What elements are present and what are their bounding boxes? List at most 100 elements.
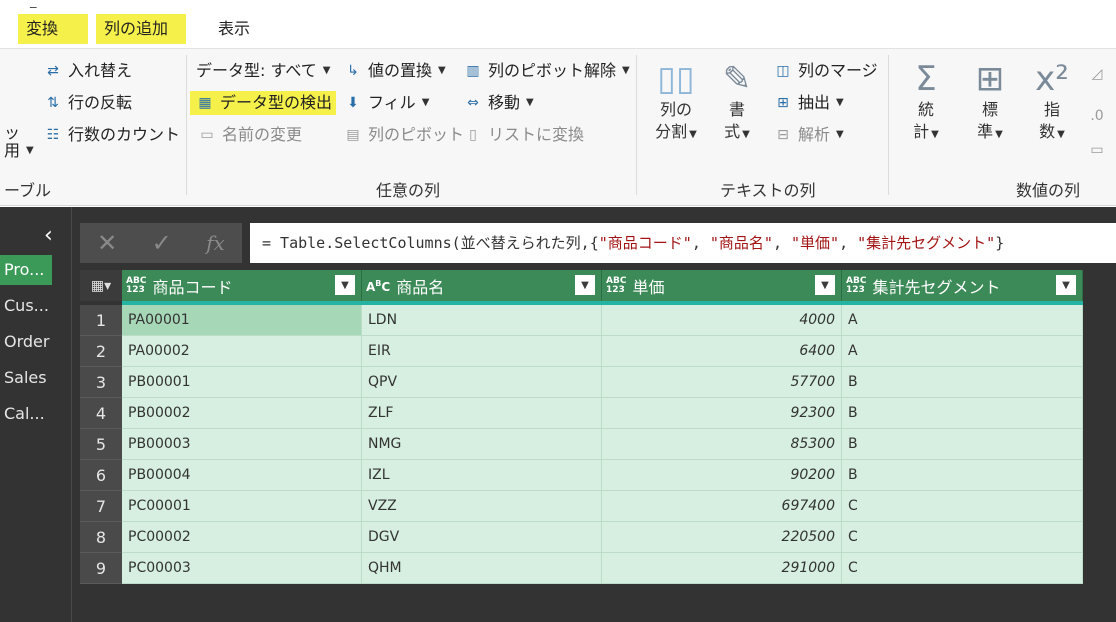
table-cell[interactable]: PC00002	[122, 522, 362, 553]
table-cell[interactable]: PC00003	[122, 553, 362, 584]
row-number[interactable]: 3	[80, 367, 122, 398]
group-divider	[186, 55, 187, 195]
row-number[interactable]: 2	[80, 336, 122, 367]
unpivot-label: 列のピボット解除	[488, 61, 617, 80]
format-button[interactable]: ✎ 書 式 ▼	[712, 59, 762, 146]
table-menu-icon[interactable]: ▦▾	[80, 270, 122, 301]
data-type-dropdown[interactable]: データ型: すべて ▼	[196, 59, 330, 83]
extract-button[interactable]: ⊞ 抽出 ▼	[772, 91, 844, 115]
table-cell[interactable]: C	[842, 553, 1083, 584]
table-cell[interactable]: C	[842, 491, 1083, 522]
count-rows-button[interactable]: ☷ 行数のカウント	[42, 123, 180, 147]
filter-dropdown-icon[interactable]: ▼	[815, 275, 835, 295]
table-cell[interactable]: 291000	[602, 553, 842, 584]
trigonometry-button-partial[interactable]: ◿	[1086, 63, 1114, 85]
row-number[interactable]: 1	[80, 305, 122, 336]
table-cell[interactable]: PA00001	[122, 305, 362, 336]
table-cell[interactable]: ZLF	[362, 398, 602, 429]
query-item-products[interactable]: Pro...	[0, 255, 52, 285]
split-column-button[interactable]: ▯▯ 列の 分割 ▼	[646, 59, 706, 146]
table-cell[interactable]: PB00002	[122, 398, 362, 429]
query-item-customers[interactable]: Cus...	[0, 291, 52, 321]
table-cell[interactable]: PB00001	[122, 367, 362, 398]
cancel-icon[interactable]: ✕	[97, 229, 117, 257]
table-cell[interactable]: A	[842, 305, 1083, 336]
table-cell[interactable]: DGV	[362, 522, 602, 553]
table-cell[interactable]: LDN	[362, 305, 602, 336]
table-cell[interactable]: QHM	[362, 553, 602, 584]
table-cell[interactable]: QPV	[362, 367, 602, 398]
replace-values-button[interactable]: ↳ 値の置換 ▼	[342, 59, 446, 83]
merge-columns-button[interactable]: ◫ 列のマージ	[772, 59, 877, 83]
table-cell[interactable]: VZZ	[362, 491, 602, 522]
table-cell[interactable]: 4000	[602, 305, 842, 336]
column-header-product-code[interactable]: ABC 123 商品コード ▼	[122, 270, 362, 301]
detect-data-type-button[interactable]: ▦ データ型の検出	[190, 91, 337, 115]
table-cell[interactable]: EIR	[362, 336, 602, 367]
row-number[interactable]: 4	[80, 398, 122, 429]
column-header-segment[interactable]: ABC 123 集計先セグメント ▼	[842, 270, 1083, 301]
tab-view[interactable]: 表示	[210, 14, 270, 44]
rename-icon: ▭	[200, 127, 214, 143]
information-button-partial[interactable]: ▭	[1086, 139, 1114, 161]
column-header-unit-price[interactable]: ABC 123 単価 ▼	[602, 270, 842, 301]
transpose-label: 入れ替え	[68, 61, 133, 80]
scientific-button[interactable]: x² 指 数 ▼	[1024, 59, 1080, 146]
tab-add-column[interactable]: 列の追加	[96, 14, 186, 44]
extract-icon: ⊞	[777, 95, 789, 111]
row-number[interactable]: 5	[80, 429, 122, 460]
table-cell[interactable]: IZL	[362, 460, 602, 491]
rounding-button-partial[interactable]: .0	[1086, 105, 1114, 127]
table-cell[interactable]: B	[842, 460, 1083, 491]
rename-button[interactable]: ▭ 名前の変更	[196, 123, 302, 147]
table-cell[interactable]: 92300	[602, 398, 842, 429]
table-cell[interactable]: PC00001	[122, 491, 362, 522]
partial-button-label-bottom[interactable]: 用 ▼	[4, 139, 34, 163]
type-any-icon: ABC 123	[606, 276, 626, 295]
parse-button[interactable]: ⊟ 解析 ▼	[772, 123, 844, 147]
commit-check-icon[interactable]: ✓	[152, 229, 172, 257]
formula-input[interactable]: = Table.SelectColumns(並べ替えられた列,{"商品コード",…	[250, 223, 1116, 263]
row-number[interactable]: 7	[80, 491, 122, 522]
table-cell[interactable]: PA00002	[122, 336, 362, 367]
table-cell[interactable]: PB00004	[122, 460, 362, 491]
table-cell[interactable]: 85300	[602, 429, 842, 460]
row-number[interactable]: 9	[80, 553, 122, 584]
pivot-column-button[interactable]: ▤ 列のピボット	[342, 123, 464, 147]
tab-transform[interactable]: 変換	[18, 14, 88, 44]
filter-dropdown-icon[interactable]: ▼	[575, 275, 595, 295]
standard-button[interactable]: ⊞ 標 準 ▼	[962, 59, 1018, 146]
query-item-sales[interactable]: Sales	[0, 363, 52, 393]
column-header-product-name[interactable]: ABC 商品名 ▼	[362, 270, 602, 301]
table-cell[interactable]: NMG	[362, 429, 602, 460]
table-cell[interactable]: A	[842, 336, 1083, 367]
table-cell[interactable]: 220500	[602, 522, 842, 553]
table-cell[interactable]: 90200	[602, 460, 842, 491]
transpose-button[interactable]: ⇄ 入れ替え	[42, 59, 132, 83]
convert-to-list-button[interactable]: ▯ リストに変換	[462, 123, 584, 147]
table-cell[interactable]: C	[842, 522, 1083, 553]
filter-dropdown-icon[interactable]: ▼	[1056, 275, 1076, 295]
type-badge-top: A	[366, 280, 376, 294]
statistics-button[interactable]: Σ 統 計 ▼	[898, 59, 954, 146]
row-number[interactable]: 8	[80, 522, 122, 553]
table-cell[interactable]: 697400	[602, 491, 842, 522]
query-item-calendar[interactable]: Cal...	[0, 399, 52, 429]
transpose-icon: ⇄	[47, 63, 59, 79]
collapse-pane-chevron-icon[interactable]: ‹	[44, 223, 53, 248]
table-cell[interactable]: B	[842, 367, 1083, 398]
table-cell[interactable]: PB00003	[122, 429, 362, 460]
table-cell[interactable]: 57700	[602, 367, 842, 398]
table-cell[interactable]: 6400	[602, 336, 842, 367]
move-button[interactable]: ⇔ 移動 ▼	[462, 91, 534, 115]
fill-button[interactable]: ⬇ フィル ▼	[342, 91, 429, 115]
filter-dropdown-icon[interactable]: ▼	[335, 275, 355, 295]
convert-to-list-label: リストに変換	[488, 125, 585, 144]
table-cell[interactable]: B	[842, 398, 1083, 429]
table-cell[interactable]: B	[842, 429, 1083, 460]
unpivot-columns-button[interactable]: ▥ 列のピボット解除 ▼	[462, 59, 629, 83]
reverse-rows-button[interactable]: ⇅ 行の反転	[42, 91, 132, 115]
row-number[interactable]: 6	[80, 460, 122, 491]
fx-icon[interactable]: fx	[206, 231, 225, 255]
query-item-order[interactable]: Order	[0, 327, 52, 357]
